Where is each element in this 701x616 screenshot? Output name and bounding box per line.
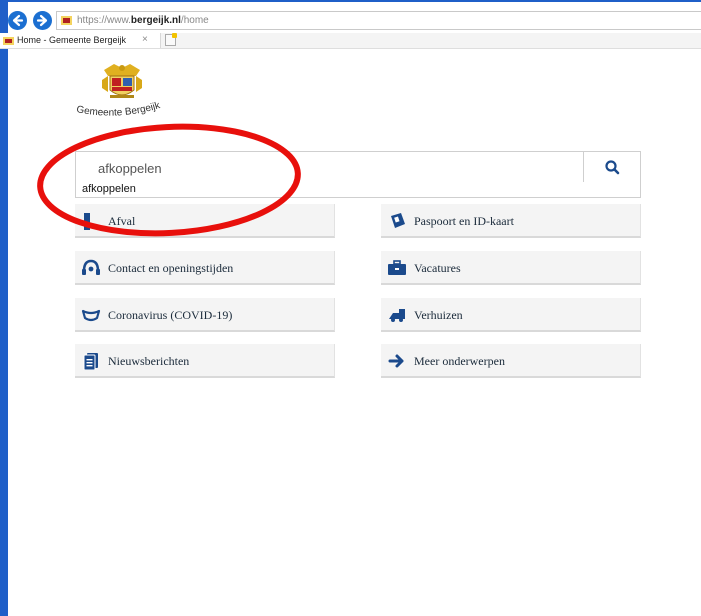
tile-label: Paspoort en ID-kaart	[414, 214, 514, 228]
tile-label: Meer onderwerpen	[414, 354, 505, 368]
tile-verhuizen[interactable]: Verhuizen	[381, 298, 641, 332]
tile-afval[interactable]: Afval	[75, 204, 335, 238]
url-domain: bergeijk.nl	[130, 15, 181, 26]
back-button[interactable]	[8, 11, 27, 30]
window-top-edge	[0, 0, 701, 2]
tile-nieuwsberichten[interactable]: Nieuwsberichten	[75, 344, 335, 378]
arrow-right-icon	[36, 14, 48, 27]
forward-button[interactable]	[33, 11, 52, 30]
search-box	[75, 151, 641, 185]
tab-bar: Home - Gemeente Bergeijk ×	[0, 33, 701, 49]
tile-vacatures[interactable]: Vacatures	[381, 251, 641, 285]
briefcase-icon	[388, 260, 406, 275]
tile-meer-onderwerpen[interactable]: Meer onderwerpen	[381, 344, 641, 378]
tab-title: Home - Gemeente Bergeijk	[17, 35, 127, 45]
suggestion-item[interactable]: afkoppelen	[82, 183, 136, 196]
tile-paspoort[interactable]: Paspoort en ID-kaart	[381, 204, 641, 238]
site-favicon-icon	[61, 16, 72, 25]
tile-label: Coronavirus (COVID-19)	[108, 308, 233, 322]
tile-label: Nieuwsberichten	[108, 354, 190, 368]
tile-label: Contact en openingstijden	[108, 261, 234, 275]
address-bar[interactable]: https://www.bergeijk.nl/home	[56, 11, 701, 30]
tile-contact[interactable]: Contact en openingstijden	[75, 251, 335, 285]
search-icon	[605, 160, 620, 175]
trash-icon	[84, 213, 90, 230]
tab-home[interactable]: Home - Gemeente Bergeijk ×	[0, 33, 161, 48]
tab-close-icon[interactable]: ×	[142, 33, 148, 46]
arrow-right-icon	[388, 354, 404, 368]
tile-label: Verhuizen	[414, 308, 463, 322]
id-card-icon	[391, 213, 405, 228]
search-button[interactable]	[583, 152, 640, 184]
headset-icon	[82, 259, 100, 275]
arrow-left-icon	[12, 14, 24, 27]
municipality-logo[interactable]: Gemeente Bergeijk	[74, 90, 174, 124]
newspaper-icon	[83, 353, 98, 370]
search-input[interactable]	[98, 159, 578, 177]
tile-label: Vacatures	[414, 261, 461, 275]
url-path: /home	[180, 15, 209, 26]
new-tab-button[interactable]	[165, 33, 177, 46]
truck-icon	[389, 309, 405, 322]
mask-icon	[81, 309, 101, 322]
search-suggestions: afkoppelen	[75, 182, 641, 198]
tile-label: Afval	[108, 214, 136, 228]
logo-name: Gemeente Bergeijk	[75, 100, 162, 119]
url-text: https://www.bergeijk.nl/home	[77, 13, 209, 28]
tab-favicon-icon	[3, 37, 14, 45]
tile-coronavirus[interactable]: Coronavirus (COVID-19)	[75, 298, 335, 332]
window-left-edge	[0, 0, 8, 616]
url-prefix: https://www.	[77, 15, 131, 26]
